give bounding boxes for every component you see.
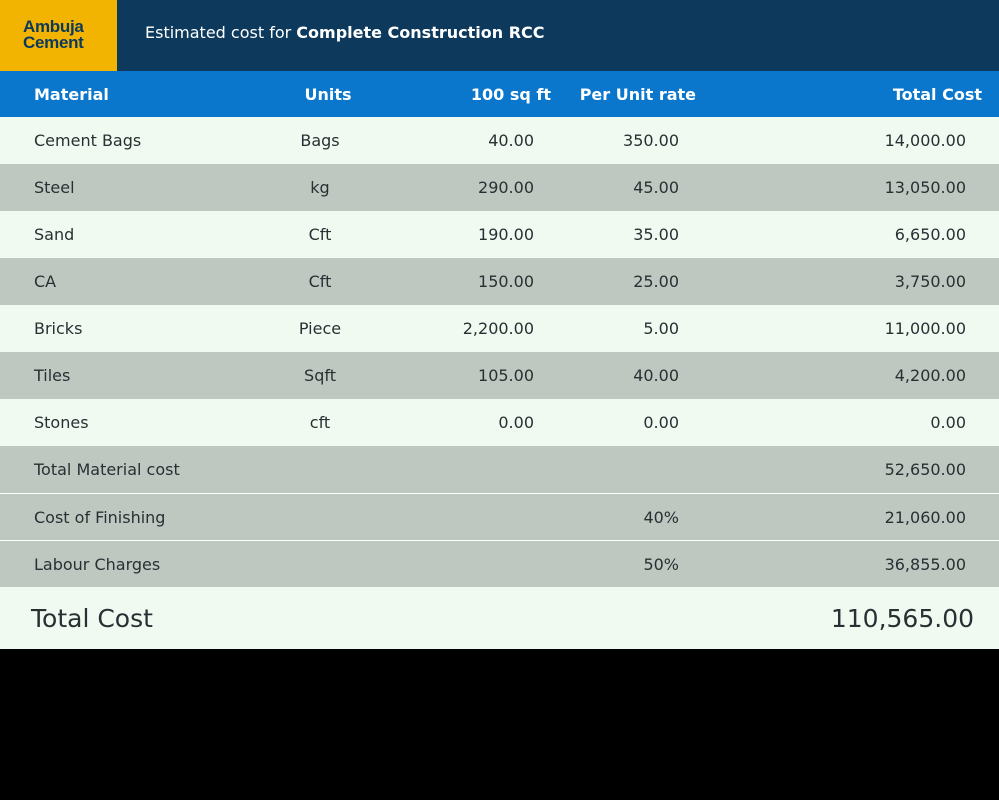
column-header-qty: 100 sq ft	[470, 84, 551, 104]
units-cell: kg	[310, 178, 330, 197]
qty-cell: 40.00	[488, 131, 534, 150]
page-title-prefix: Estimated cost for	[145, 23, 297, 42]
units-cell: Piece	[298, 319, 342, 338]
total-cell: 11,000.00	[884, 319, 966, 338]
qty-cell: 105.00	[478, 366, 534, 385]
material-cell: Steel	[34, 178, 75, 197]
page-title-emphasis: Complete Construction RCC	[296, 23, 545, 42]
grand-total-row: Total Cost 110,565.00	[0, 587, 999, 649]
rate-cell: 35.00	[633, 225, 679, 244]
column-header-total: Total Cost	[892, 84, 982, 104]
qty-cell: 2,200.00	[462, 319, 534, 338]
logo-text-line2: Cement	[23, 33, 84, 52]
material-cell: Stones	[34, 413, 89, 432]
table-row: CA Cft 150.00 25.00 3,750.00	[0, 258, 999, 305]
column-header-rate: Per Unit rate	[579, 84, 696, 104]
qty-cell: 190.00	[478, 225, 534, 244]
units-cell: cft	[309, 413, 331, 432]
grand-total-label: Total Cost	[31, 603, 153, 633]
table-row: Cement Bags Bags 40.00 350.00 14,000.00	[0, 117, 999, 164]
rate-cell: 25.00	[633, 272, 679, 291]
total-cell: 0.00	[930, 413, 966, 432]
total-cell: 6,650.00	[894, 225, 966, 244]
material-cell: CA	[34, 272, 57, 291]
total-cell: 14,000.00	[884, 131, 966, 150]
summary-rate: 50%	[643, 554, 679, 574]
rate-cell: 5.00	[643, 319, 679, 338]
table-row: Steel kg 290.00 45.00 13,050.00	[0, 164, 999, 211]
summary-row-labour: Labour Charges 50% 36,855.00	[0, 540, 999, 587]
grand-total-value: 110,565.00	[830, 603, 974, 633]
column-header-units: Units	[304, 84, 352, 104]
qty-cell: 290.00	[478, 178, 534, 197]
material-cell: Tiles	[34, 366, 71, 385]
summary-row-finishing: Cost of Finishing 40% 21,060.00	[0, 493, 999, 540]
summary-total: 21,060.00	[884, 507, 966, 527]
table-row: Bricks Piece 2,200.00 5.00 11,000.00	[0, 305, 999, 352]
qty-cell: 150.00	[478, 272, 534, 291]
summary-rate: 40%	[643, 507, 679, 527]
units-cell: Sqft	[304, 366, 336, 385]
material-cell: Sand	[34, 225, 75, 244]
ambuja-cement-logo: Ambuja Cement	[0, 0, 117, 71]
rate-cell: 0.00	[643, 413, 679, 432]
table-row: Stones cft 0.00 0.00 0.00	[0, 399, 999, 446]
rate-cell: 40.00	[633, 366, 679, 385]
qty-cell: 0.00	[498, 413, 534, 432]
rate-cell: 350.00	[623, 131, 679, 150]
units-cell: Cft	[308, 272, 332, 291]
units-cell: Bags	[300, 131, 340, 150]
table-header-row: Material Units 100 sq ft Per Unit rate T…	[0, 71, 999, 117]
units-cell: Cft	[308, 225, 332, 244]
total-cell: 4,200.00	[894, 366, 966, 385]
material-cell: Bricks	[34, 319, 83, 338]
material-cell: Cement Bags	[34, 131, 142, 150]
summary-total: 36,855.00	[884, 554, 966, 574]
summary-row-material-cost: Total Material cost 52,650.00	[0, 446, 999, 493]
summary-label: Cost of Finishing	[34, 507, 166, 527]
total-cell: 3,750.00	[894, 272, 966, 291]
table-row: Tiles Sqft 105.00 40.00 4,200.00	[0, 352, 999, 399]
page-title: Estimated cost for Complete Construction…	[145, 23, 545, 42]
summary-label: Total Material cost	[34, 460, 180, 479]
total-cell: 13,050.00	[884, 178, 966, 197]
rate-cell: 45.00	[633, 178, 679, 197]
cost-table: Material Units 100 sq ft Per Unit rate T…	[0, 71, 999, 649]
column-header-material: Material	[34, 84, 109, 104]
summary-label: Labour Charges	[34, 554, 161, 574]
summary-total: 52,650.00	[884, 460, 966, 479]
app-header: Ambuja Cement Estimated cost for Complet…	[0, 0, 999, 71]
table-row: Sand Cft 190.00 35.00 6,650.00	[0, 211, 999, 258]
